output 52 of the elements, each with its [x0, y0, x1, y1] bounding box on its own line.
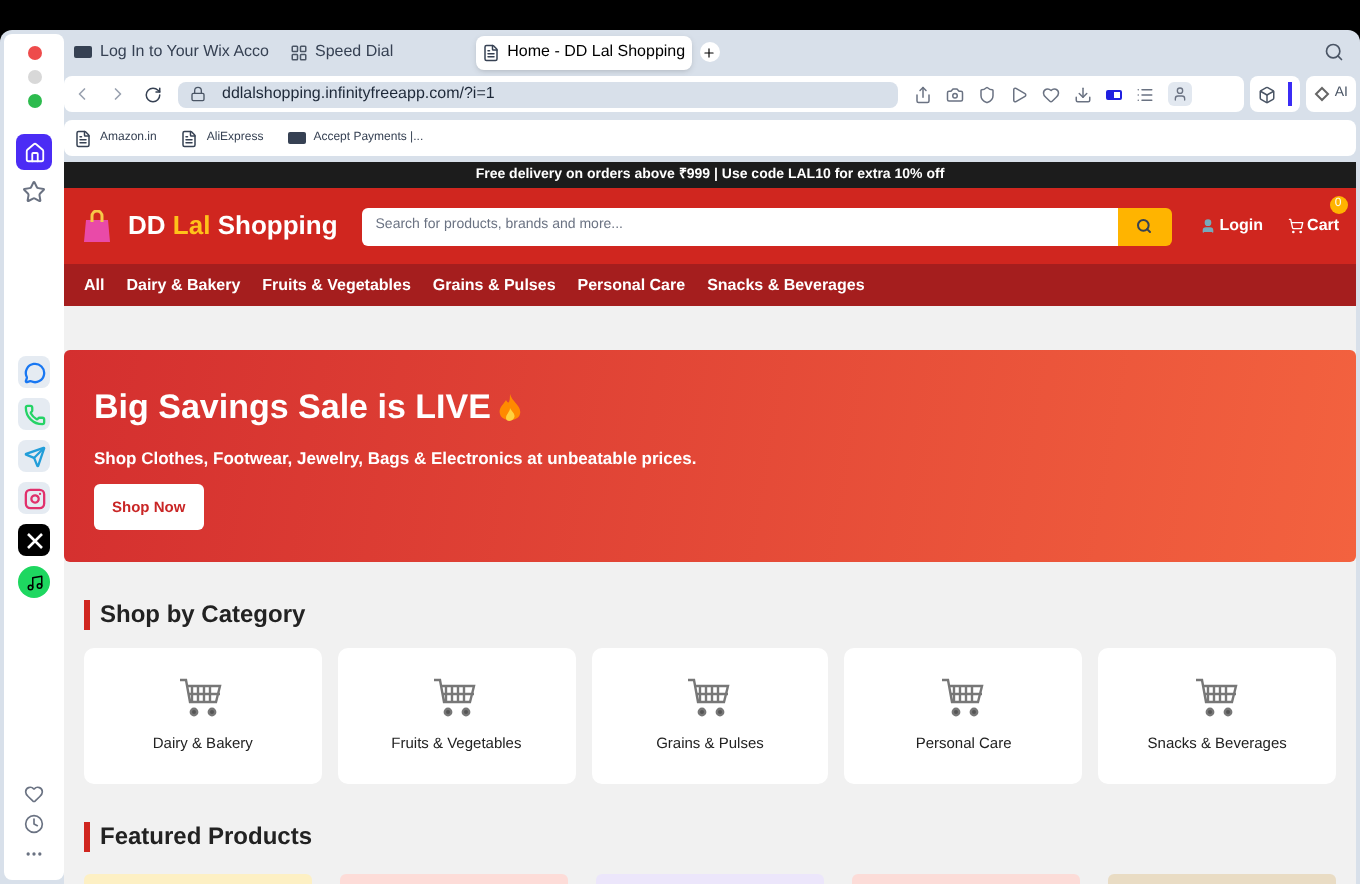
- cart-icon: [1287, 218, 1304, 234]
- address-field[interactable]: ddlalshopping.infinityfreeapp.com/?i=1: [178, 81, 898, 107]
- search-button[interactable]: [1117, 207, 1172, 245]
- login-link[interactable]: Login: [1199, 214, 1264, 238]
- cart-link[interactable]: Cart: [1287, 214, 1340, 238]
- category-nav-link[interactable]: Personal Care: [577, 273, 686, 297]
- search-icon: [1136, 218, 1153, 234]
- flame-icon: [498, 393, 523, 423]
- history-icon[interactable]: [24, 814, 44, 834]
- browser-tab[interactable]: Log In to Your Wix Acco: [68, 35, 275, 69]
- diamond-icon: [1314, 86, 1331, 102]
- download-icon[interactable]: [1074, 85, 1092, 103]
- browser-tab[interactable]: Speed Dial: [283, 35, 400, 69]
- category-nav-link[interactable]: All: [84, 273, 105, 297]
- profile-button[interactable]: [1168, 82, 1192, 106]
- category-nav-link[interactable]: Fruits & Vegetables: [262, 273, 411, 297]
- page-icon: [74, 129, 92, 147]
- cart-icon: [432, 676, 481, 721]
- banner-title: Big Savings Sale is LIVE: [94, 386, 491, 431]
- new-tab-button[interactable]: [699, 42, 720, 62]
- category-nav-link[interactable]: Snacks & Beverages: [707, 273, 865, 297]
- heart-icon[interactable]: [1042, 85, 1060, 103]
- cart-icon: [178, 676, 227, 721]
- list-icon[interactable]: [1136, 85, 1154, 103]
- lock-icon: [190, 86, 206, 102]
- banner-subtitle: Shop Clothes, Footwear, Jewelry, Bags & Electronics at unbeatable prices.: [94, 445, 699, 471]
- page-icon: [180, 129, 199, 147]
- category-nav-link[interactable]: Dairy & Bakery: [126, 273, 241, 297]
- box-icon[interactable]: [1258, 85, 1277, 103]
- page-icon: [481, 43, 500, 61]
- panel-indicator: [1288, 82, 1293, 106]
- star-icon[interactable]: [22, 180, 46, 204]
- section-title: Shop by Category: [100, 598, 306, 632]
- play-icon[interactable]: [1010, 85, 1028, 103]
- heart-icon[interactable]: [24, 784, 44, 804]
- search-tabs-icon[interactable]: [1324, 42, 1344, 62]
- cart-icon: [939, 676, 988, 721]
- shield-icon[interactable]: [978, 85, 996, 103]
- site-logo[interactable]: DD Lal Shopping: [128, 206, 338, 246]
- home-icon[interactable]: [16, 134, 52, 170]
- camera-icon[interactable]: [946, 85, 964, 103]
- cart-icon: [1193, 676, 1242, 721]
- category-nav-link[interactable]: Grains & Pulses: [432, 273, 556, 297]
- cart-icon: [685, 676, 734, 721]
- reload-icon[interactable]: [144, 85, 162, 103]
- grid-icon: [289, 43, 307, 61]
- browser-tab[interactable]: Home - DD Lal Shopping: [475, 35, 692, 69]
- section-title: Featured Products: [100, 820, 313, 854]
- shopping-bag-icon: [82, 209, 112, 243]
- toggle-icon[interactable]: [1106, 89, 1122, 99]
- share-icon[interactable]: [914, 85, 932, 103]
- user-icon: [1199, 218, 1216, 234]
